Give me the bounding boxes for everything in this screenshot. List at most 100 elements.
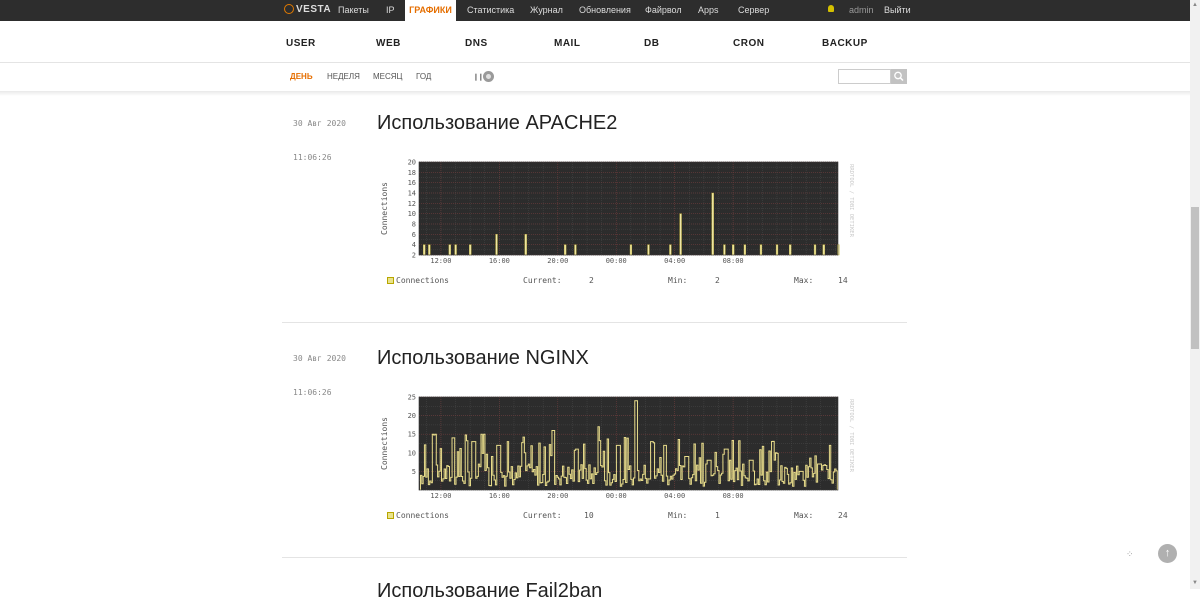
data-bar	[759, 244, 763, 256]
apache2-connections-chart: 2 4 6 8 10 12 14 16 18 20 12:00 16:00 20:00 00:00 04:0…	[380, 159, 854, 266]
graph-title: Использование NGINX	[377, 347, 589, 369]
x-tick-label: 16:00	[489, 492, 510, 500]
y-tick-label: 8	[412, 221, 416, 229]
graph-date: 30 Авг 2020	[293, 354, 346, 363]
graph-divider	[282, 557, 907, 558]
y-tick-label: 12	[408, 200, 416, 208]
x-tick-label: 04:00	[664, 257, 685, 265]
x-tick-label: 08:00	[723, 492, 744, 500]
y-tick-label: 20	[408, 159, 416, 167]
x-tick-label: 12:00	[430, 257, 451, 265]
y-tick-label: 2	[412, 252, 416, 260]
x-tick-label: 00:00	[606, 492, 627, 500]
period-tab[interactable]: МЕСЯЦ	[373, 72, 402, 81]
username-label[interactable]: admin	[849, 0, 874, 21]
legend-min-value: 2	[715, 276, 720, 285]
y-tick-label: 25	[408, 394, 416, 402]
graph-title-partial: Использование Fail2ban	[377, 580, 603, 602]
legend-min-label: Min:	[668, 276, 688, 285]
top-nav-item[interactable]: Пакеты	[338, 0, 369, 21]
data-bar	[469, 244, 472, 256]
search-input[interactable]	[838, 69, 891, 84]
auto-refresh-clock-icon[interactable]	[483, 71, 494, 82]
top-nav-item[interactable]: Обновления	[579, 0, 631, 21]
y-tick-label: 6	[412, 231, 416, 239]
top-nav-item[interactable]: Сервер	[738, 0, 769, 21]
logout-link[interactable]: Выйти	[884, 0, 911, 21]
y-tick-label: 4	[412, 241, 416, 249]
data-bar	[822, 244, 825, 256]
vesta-logo-icon	[284, 4, 294, 14]
x-tick-label: 20:00	[547, 492, 568, 500]
main-nav-item[interactable]: CRON	[733, 38, 764, 49]
top-nav-item[interactable]: Статистика	[467, 0, 514, 21]
y-tick-label: 20	[408, 412, 416, 420]
top-nav-item[interactable]: Журнал	[530, 0, 563, 21]
x-tick-label: 20:00	[547, 257, 568, 265]
y-tick-label: 5	[412, 468, 416, 476]
legend-max-value: 24	[838, 511, 848, 520]
data-bar	[428, 244, 431, 256]
legend-name: Connections	[396, 276, 449, 285]
top-nav-item[interactable]: IP	[386, 0, 395, 21]
toolbar-shadow	[0, 91, 1190, 96]
main-nav-item[interactable]: DB	[644, 38, 659, 49]
scroll-down-arrow-icon[interactable]: ▼	[1192, 580, 1198, 586]
data-bar	[448, 244, 451, 256]
shortcuts-icon[interactable]: ⁘	[1126, 549, 1133, 560]
x-tick-label: 12:00	[430, 492, 451, 500]
data-bar	[775, 244, 779, 256]
period-tab[interactable]: НЕДЕЛЯ	[327, 72, 360, 81]
main-nav-item[interactable]: BACKUP	[822, 38, 868, 49]
legend-max-label: Max:	[794, 511, 814, 520]
top-nav-item[interactable]: Apps	[698, 0, 719, 21]
data-bar	[813, 244, 817, 256]
data-bar	[723, 244, 726, 256]
search-button[interactable]	[891, 69, 907, 84]
logo-text: VESTA	[296, 4, 332, 15]
search-icon	[894, 71, 904, 82]
data-bar	[669, 244, 672, 256]
scrollbar-thumb[interactable]	[1191, 207, 1199, 349]
data-bar	[454, 244, 457, 256]
scroll-to-top-button[interactable]: ↑	[1158, 544, 1177, 563]
y-axis-label: Connections	[380, 182, 389, 235]
data-bar	[743, 244, 746, 256]
notification-bell-icon[interactable]	[828, 5, 834, 12]
legend-current-value: 10	[584, 511, 594, 520]
main-nav-item[interactable]: MAIL	[554, 38, 580, 49]
top-nav-item[interactable]: ГРАФИКИ	[405, 0, 456, 21]
y-tick-label: 18	[408, 169, 416, 177]
data-bar	[495, 234, 498, 256]
rrdtool-credit-label: RRDTOOL / TOBI OETIKER	[848, 399, 854, 473]
y-tick-label: 14	[408, 190, 416, 198]
top-nav-item[interactable]: Файрвол	[645, 0, 682, 21]
x-tick-label: 16:00	[489, 257, 510, 265]
data-bar	[423, 244, 426, 256]
legend-min-value: 1	[715, 511, 720, 520]
x-tick-label: 04:00	[664, 492, 685, 500]
pause-icon[interactable]: ❙❙	[473, 73, 484, 81]
y-tick-label: 15	[408, 431, 416, 439]
data-bar	[711, 192, 714, 256]
x-tick-label: 08:00	[723, 257, 744, 265]
y-tick-label: 10	[408, 210, 416, 218]
period-tab[interactable]: ДЕНЬ	[290, 72, 313, 81]
scroll-up-arrow-icon[interactable]: ▲	[1192, 2, 1198, 8]
vesta-logo[interactable]: VESTA	[284, 4, 331, 15]
legend-max-label: Max:	[794, 276, 814, 285]
legend-current-value: 2	[589, 276, 594, 285]
legend-max-value: 14	[838, 276, 848, 285]
graph-date: 30 Авг 2020	[293, 119, 346, 128]
data-bar	[679, 213, 682, 256]
legend-swatch	[387, 277, 394, 284]
main-nav-item[interactable]: DNS	[465, 38, 488, 49]
data-bar	[524, 234, 527, 256]
x-tick-label: 00:00	[606, 257, 627, 265]
period-tab[interactable]: ГОД	[416, 72, 431, 81]
rrdtool-credit-label: RRDTOOL / TOBI OETIKER	[848, 164, 854, 238]
legend-current-label: Current:	[523, 511, 562, 520]
main-nav-item[interactable]: USER	[286, 38, 316, 49]
y-tick-label: 10	[408, 449, 416, 457]
main-nav-item[interactable]: WEB	[376, 38, 401, 49]
